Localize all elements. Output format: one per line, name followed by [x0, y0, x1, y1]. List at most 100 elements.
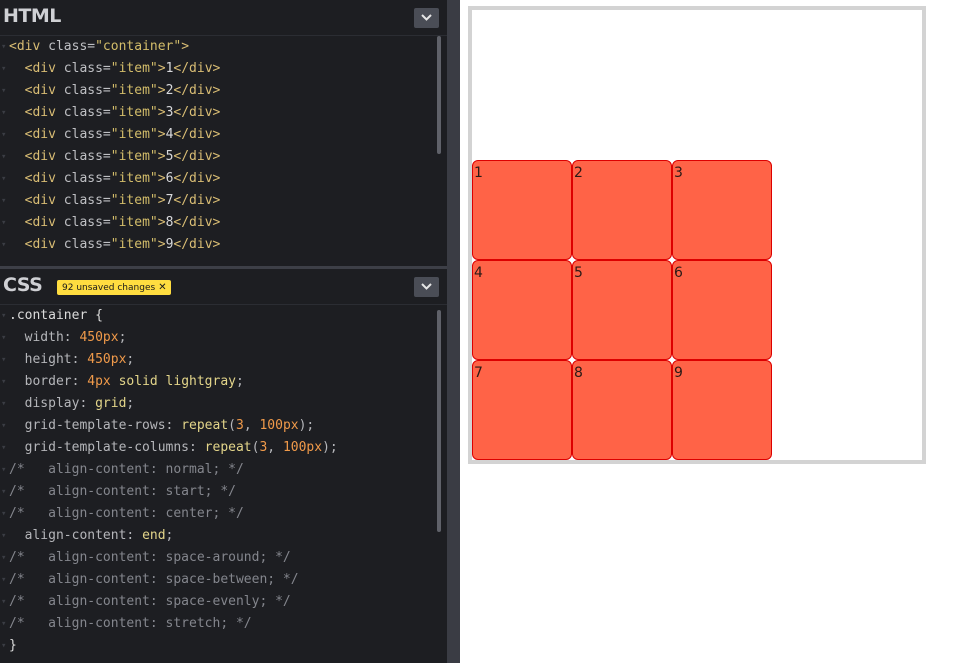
code-tag: </div> [173, 149, 221, 164]
css-code-area[interactable]: ▾ .container {▾ width: 450px; ▾ height: 45… [0, 305, 436, 657]
code-tag: <div [24, 171, 64, 186]
code-attribute: class= [63, 61, 111, 76]
code-attribute: class= [63, 237, 111, 252]
css-code-line: ▾ .container { [0, 305, 436, 327]
code-token: ; [165, 528, 174, 543]
css-collapse-button[interactable] [414, 277, 439, 297]
grid-item: 7 [472, 360, 572, 460]
fold-arrow-icon: ▾ [1, 487, 7, 497]
code-token: end [142, 528, 166, 543]
code-tag: > [157, 83, 166, 98]
html-panel-title: HTML [3, 5, 61, 27]
code-attribute: class= [63, 127, 111, 142]
fold-arrow-icon: ▾ [1, 152, 7, 162]
grid-item: 4 [472, 260, 572, 360]
css-scrollbar[interactable] [437, 310, 441, 532]
code-attribute: class= [63, 193, 111, 208]
fold-arrow-icon: ▾ [1, 108, 7, 118]
fold-arrow-icon: ▾ [1, 196, 7, 206]
css-code-line: ▾ height: 450px; [0, 349, 436, 371]
code-tag: > [157, 193, 166, 208]
css-code-line: ▾ display: grid; [0, 393, 436, 415]
fold-arrow-icon: ▾ [1, 130, 7, 140]
fold-arrow-icon: ▾ [1, 86, 7, 96]
css-code-line: ▾ grid-template-rows: repeat(3, 100px); [0, 415, 436, 437]
css-panel: CSS 92 unsaved changes ✕ ▾ .container {▾ w… [0, 269, 447, 663]
fold-arrow-icon: ▾ [1, 465, 7, 475]
code-tag: </div> [173, 237, 221, 252]
code-string: "item" [110, 237, 158, 252]
code-token: width: [9, 330, 80, 345]
code-string: "item" [110, 105, 158, 120]
css-code-line: ▾/* align-content: stretch; */ [0, 613, 436, 635]
html-panel: HTML ▾ <div class="container"> ▾ <div clas… [0, 0, 447, 266]
code-attribute: class= [63, 149, 111, 164]
close-icon[interactable]: ✕ [158, 282, 166, 293]
code-token: 3 [235, 418, 244, 433]
code-token: solid lightgray [110, 374, 236, 389]
code-tag: > [157, 215, 166, 230]
fold-arrow-icon: ▾ [1, 421, 7, 431]
unsaved-changes-badge[interactable]: 92 unsaved changes ✕ [57, 280, 171, 295]
code-token: .container { [9, 308, 103, 323]
grid-container: 123456789 [468, 6, 926, 464]
code-string: "item" [110, 83, 158, 98]
html-code-area[interactable]: ▾ <div class="container"> ▾ <div class="it… [0, 36, 436, 256]
html-panel-header: HTML [0, 0, 447, 36]
code-tag: > [157, 149, 166, 164]
code-string: "item" [110, 127, 158, 142]
html-collapse-button[interactable] [414, 8, 439, 28]
code-token: 100px [259, 418, 299, 433]
code-editor: HTML ▾ <div class="container"> ▾ <div clas… [0, 0, 447, 663]
fold-arrow-icon: ▾ [1, 218, 7, 228]
fold-arrow-icon: ▾ [1, 641, 7, 651]
code-tag: > [157, 171, 166, 186]
grid-item: 6 [672, 260, 772, 360]
code-token: border: [9, 374, 88, 389]
code-string: "item" [110, 215, 158, 230]
code-token: ); [298, 418, 315, 433]
code-token: ; [126, 352, 135, 367]
code-tag: </div> [173, 61, 221, 76]
fold-arrow-icon: ▾ [1, 509, 7, 519]
code-token: ; [118, 330, 127, 345]
code-token: grid-template-columns: [9, 440, 205, 455]
fold-arrow-icon: ▾ [1, 619, 7, 629]
chevron-down-icon [421, 14, 432, 21]
code-attribute: class= [63, 105, 111, 120]
code-token: display: [9, 396, 96, 411]
code-token: /* align-content: normal; */ [9, 462, 244, 477]
code-token: grid-template-rows: [9, 418, 182, 433]
code-token: 450px [87, 352, 127, 367]
fold-arrow-icon: ▾ [1, 64, 7, 74]
code-token: /* align-content: center; */ [9, 506, 244, 521]
fold-arrow-icon: ▾ [1, 377, 7, 387]
code-tag: </div> [173, 127, 221, 142]
code-token: } [9, 638, 17, 653]
code-tag: > [157, 127, 166, 142]
code-token: grid [95, 396, 127, 411]
code-token: ; [236, 374, 244, 389]
html-code-line: ▾ <div class="item">8</div> [0, 212, 436, 234]
code-string: "item" [110, 171, 158, 186]
html-code-line: ▾ <div class="container"> [0, 36, 436, 58]
fold-arrow-icon: ▾ [1, 311, 7, 321]
fold-arrow-icon: ▾ [1, 42, 7, 52]
fold-arrow-icon: ▾ [1, 240, 7, 250]
fold-arrow-icon: ▾ [1, 174, 7, 184]
html-scrollbar[interactable] [437, 36, 441, 154]
code-tag: </div> [173, 171, 221, 186]
code-string: "container" [95, 39, 182, 54]
pane-divider[interactable] [447, 0, 460, 663]
css-code-line: ▾ grid-template-columns: repeat(3, 100px… [0, 437, 436, 459]
code-tag: <div [24, 215, 64, 230]
css-code-line: ▾} [0, 635, 436, 657]
code-tag: <div [24, 149, 64, 164]
grid-item: 3 [672, 160, 772, 260]
